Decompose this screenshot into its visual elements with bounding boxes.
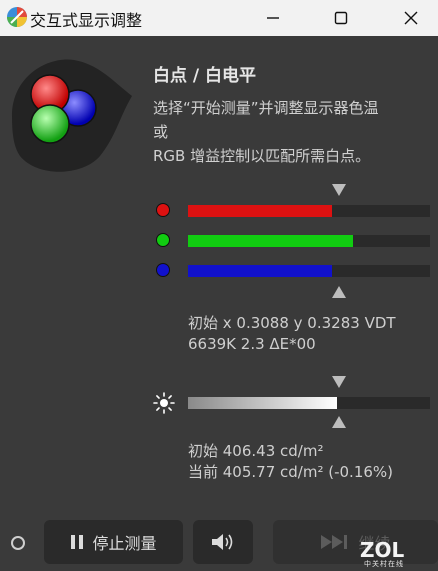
sound-toggle-button[interactable] [193,520,253,564]
chromaticity-readout: 初始 x 0.3088 y 0.3283 VDT 6639K 2.3 ΔE*00 [188,313,396,355]
brightness-icon [153,392,175,414]
luminance-readout: 初始 406.43 cd/m² 当前 405.77 cd/m² (-0.16%) [188,441,393,483]
close-icon [404,11,418,25]
rgb-target-marker-bottom [332,286,346,298]
section-heading: 白点 / 白电平 [153,66,257,86]
red-channel-bar [188,205,430,217]
blue-channel-dot [156,263,170,277]
minimize-icon [267,17,279,19]
green-channel-bar [188,235,430,247]
minimize-button[interactable] [250,0,296,36]
pause-icon [71,535,84,549]
luminance-current: 当前 405.77 cd/m² (-0.16%) [188,463,394,481]
stop-measurement-label: 停止测量 [92,534,157,553]
instructions-line: RGB 增益控制以匹配所需白点。 [153,147,371,165]
blue-channel-bar [188,265,430,277]
continue-button[interactable]: 继续 [273,520,438,564]
maximize-button[interactable] [318,0,364,36]
app-icon [7,7,27,27]
close-button[interactable] [388,0,434,36]
instructions-line: 或 [153,123,169,141]
instructions-line: 选择“开始测量”并调整显示器色温 [153,99,379,117]
chromaticity-line: 6639K 2.3 ΔE*00 [188,335,316,353]
red-channel-dot [156,203,170,217]
chromaticity-line: 初始 x 0.3088 y 0.3283 VDT [188,314,396,332]
blue-channel-fill [188,265,332,277]
title-bar: 交互式显示调整 [0,0,438,36]
rgb-logo-icon [12,59,132,172]
watermark-subtitle: 中关村在线 [364,560,404,568]
luminance-fill [188,397,338,409]
instructions-text: 选择“开始测量”并调整显示器色温 或 RGB 增益控制以匹配所需白点。 [153,96,433,168]
luminance-initial: 初始 406.43 cd/m² [188,442,324,460]
rgb-target-marker-top [332,184,346,196]
luminance-target-marker-top [332,376,346,388]
window-title: 交互式显示调整 [30,11,143,30]
status-indicator-icon [11,536,25,550]
maximize-icon [334,11,348,25]
stop-measurement-button[interactable]: 停止测量 [44,520,183,564]
green-channel-dot [156,233,170,247]
red-channel-fill [188,205,332,217]
luminance-bar [188,397,430,409]
skip-forward-icon [321,535,348,549]
green-channel-fill [188,235,354,247]
speaker-icon [212,534,233,550]
luminance-target-marker-bottom [332,416,346,428]
